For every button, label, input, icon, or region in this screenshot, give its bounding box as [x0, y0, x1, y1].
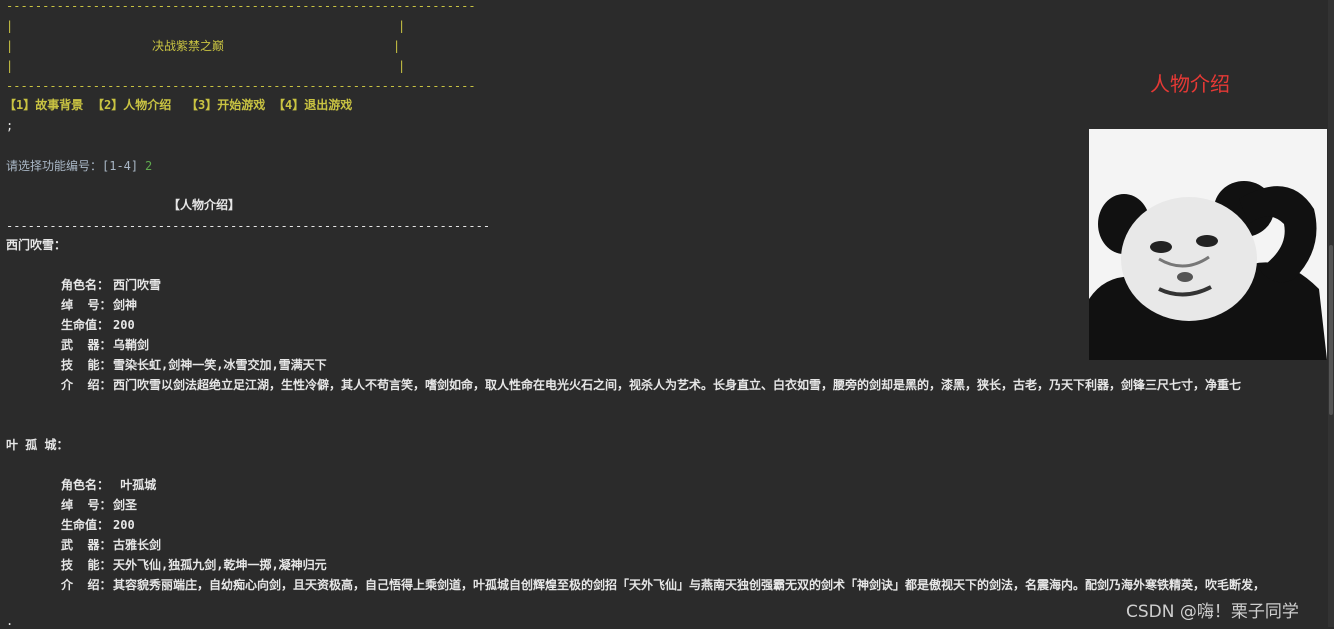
- section-heading: 【人物介绍】: [168, 198, 241, 212]
- banner-pipe-right-1: |: [398, 19, 406, 33]
- menu-item-characters: 【2】人物介绍: [92, 98, 172, 112]
- menu-item-start: 【3】开始游戏: [186, 98, 266, 112]
- field-value: 古雅长剑: [113, 538, 162, 552]
- field-label: 技 能：: [61, 558, 112, 572]
- banner-pipe-left-3: |: [6, 59, 14, 73]
- watermark: CSDN @嗨！栗子同学: [1126, 602, 1299, 622]
- field-label: 武 器：: [61, 338, 112, 352]
- menu-item-story: 【1】故事背景: [4, 98, 84, 112]
- field-value-intro: 其容貌秀丽端庄，自幼痴心向剑，且天资极高，自己悟得上乘剑道，叶孤城自创辉煌至极的…: [113, 578, 1266, 592]
- character-header: 西门吹雪：: [6, 238, 67, 252]
- banner-border-bottom: ----------------------------------------…: [6, 79, 476, 93]
- field-value: 天外飞仙,独孤九剑,乾坤一掷,凝神归元: [113, 558, 327, 572]
- field-value: 乌鞘剑: [113, 338, 150, 352]
- field-value: 雪染长虹,剑神一笑,冰雪交加,雪满天下: [113, 358, 327, 372]
- semicolon-line: ;: [6, 119, 14, 133]
- field-label: 介 绍：: [61, 578, 112, 592]
- field-label: 角色名：: [61, 278, 110, 292]
- field-value-intro: 西门吹雪以剑法超绝立足江湖，生性冷僻，其人不苟言笑，嗜剑如命，取人性命在电光火石…: [113, 378, 1242, 392]
- banner-pipe-right-3: |: [398, 59, 406, 73]
- prompt-label: 请选择功能编号：[1-4]: [6, 159, 139, 173]
- field-value: 西门吹雪: [113, 278, 162, 292]
- prompt-input-value[interactable]: 2: [145, 158, 152, 174]
- field-label: 介 绍：: [61, 378, 112, 392]
- banner-pipe-left-2: |: [6, 39, 14, 53]
- character-header: 叶 孤 城：: [6, 438, 69, 452]
- field-label: 技 能：: [61, 358, 112, 372]
- panda-meme-illustration: [1089, 129, 1327, 360]
- banner-title: 决战紫禁之巅: [152, 39, 225, 53]
- section-divider: ----------------------------------------…: [6, 219, 491, 233]
- field-label: 角色名：: [61, 478, 110, 492]
- scrollbar[interactable]: [1328, 0, 1334, 627]
- field-value: 200: [113, 318, 135, 332]
- field-value: 剑神: [113, 298, 138, 312]
- banner-pipe-right-2: |: [393, 39, 401, 53]
- field-value: 剑圣: [113, 498, 138, 512]
- field-label: 绰 号：: [61, 298, 112, 312]
- side-title: 人物介绍: [1150, 72, 1230, 96]
- field-label: 生命值：: [61, 518, 110, 532]
- field-value: 200: [113, 518, 135, 532]
- scrollbar-thumb[interactable]: [1329, 245, 1333, 415]
- banner-pipe-left-1: |: [6, 19, 14, 33]
- field-label: 绰 号：: [61, 498, 112, 512]
- field-label: 生命值：: [61, 318, 110, 332]
- field-value: 叶孤城: [113, 478, 157, 492]
- menu-item-exit: 【4】退出游戏: [273, 98, 353, 112]
- field-label: 武 器：: [61, 538, 112, 552]
- panda-meme-image: [1089, 129, 1327, 360]
- banner-border-top: ----------------------------------------…: [6, 0, 476, 13]
